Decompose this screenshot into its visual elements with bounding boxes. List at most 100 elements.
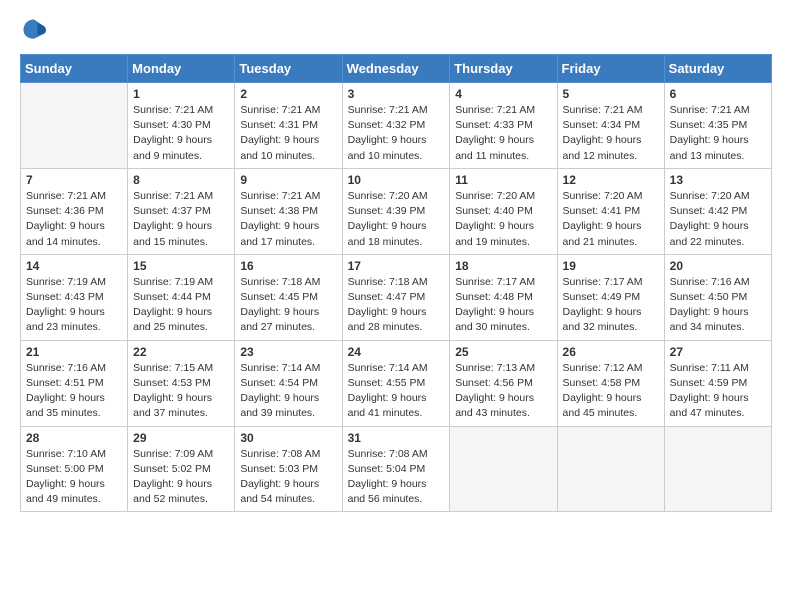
page-header: [20, 16, 772, 44]
calendar-day-cell: 2 Sunrise: 7:21 AMSunset: 4:31 PMDaylight…: [235, 83, 342, 169]
weekday-header: Sunday: [21, 55, 128, 83]
calendar-day-cell: 4Sunrise: 7:21 AMSunset: 4:33 PMDaylight…: [450, 83, 557, 169]
day-info: Sunrise: 7:18 AMSunset: 4:47 PMDaylight:…: [348, 275, 445, 336]
day-info: Sunrise: 7:16 AMSunset: 4:50 PMDaylight:…: [670, 275, 766, 336]
day-number: 10: [348, 173, 445, 187]
calendar-day-cell: 30 Sunrise: 7:08 AMSunset: 5:03 PMDayligh…: [235, 426, 342, 512]
day-number: 5: [563, 87, 659, 101]
calendar-day-cell: 27 Sunrise: 7:11 AMSunset: 4:59 PMDayligh…: [664, 340, 771, 426]
calendar-day-cell: 18 Sunrise: 7:17 AMSunset: 4:48 PMDayligh…: [450, 254, 557, 340]
day-number: 25: [455, 345, 551, 359]
calendar-day-cell: 14 Sunrise: 7:19 AMSunset: 4:43 PMDayligh…: [21, 254, 128, 340]
weekday-header: Saturday: [664, 55, 771, 83]
day-number: 1: [133, 87, 229, 101]
day-number: 28: [26, 431, 122, 445]
calendar-day-cell: 5 Sunrise: 7:21 AMSunset: 4:34 PMDaylight…: [557, 83, 664, 169]
day-info: Sunrise: 7:19 AMSunset: 4:43 PMDaylight:…: [26, 275, 122, 336]
calendar-day-cell: 21 Sunrise: 7:16 AMSunset: 4:51 PMDayligh…: [21, 340, 128, 426]
day-info: Sunrise: 7:20 AMSunset: 4:40 PMDaylight:…: [455, 189, 551, 250]
calendar-day-cell: 7 Sunrise: 7:21 AMSunset: 4:36 PMDaylight…: [21, 168, 128, 254]
day-number: 9: [240, 173, 336, 187]
calendar-day-cell: 19Sunrise: 7:17 AMSunset: 4:49 PMDayligh…: [557, 254, 664, 340]
calendar-day-cell: 12Sunrise: 7:20 AMSunset: 4:41 PMDayligh…: [557, 168, 664, 254]
day-number: 7: [26, 173, 122, 187]
calendar-day-cell: 28Sunrise: 7:10 AMSunset: 5:00 PMDayligh…: [21, 426, 128, 512]
day-number: 22: [133, 345, 229, 359]
day-number: 23: [240, 345, 336, 359]
calendar-day-cell: 26 Sunrise: 7:12 AMSunset: 4:58 PMDayligh…: [557, 340, 664, 426]
calendar-day-cell: [21, 83, 128, 169]
day-number: 31: [348, 431, 445, 445]
day-info: Sunrise: 7:19 AMSunset: 4:44 PMDaylight:…: [133, 275, 229, 336]
calendar-day-cell: 31 Sunrise: 7:08 AMSunset: 5:04 PMDayligh…: [342, 426, 450, 512]
day-number: 29: [133, 431, 229, 445]
day-info: Sunrise: 7:14 AMSunset: 4:55 PMDaylight:…: [348, 361, 445, 422]
day-number: 27: [670, 345, 766, 359]
day-number: 2: [240, 87, 336, 101]
calendar-day-cell: 17 Sunrise: 7:18 AMSunset: 4:47 PMDayligh…: [342, 254, 450, 340]
calendar-day-cell: 25 Sunrise: 7:13 AMSunset: 4:56 PMDayligh…: [450, 340, 557, 426]
day-number: 15: [133, 259, 229, 273]
day-number: 24: [348, 345, 445, 359]
weekday-header: Monday: [128, 55, 235, 83]
day-number: 6: [670, 87, 766, 101]
calendar-day-cell: 8 Sunrise: 7:21 AMSunset: 4:37 PMDaylight…: [128, 168, 235, 254]
calendar-day-cell: 1Sunrise: 7:21 AMSunset: 4:30 PMDaylight…: [128, 83, 235, 169]
day-info: Sunrise: 7:21 AMSunset: 4:31 PMDaylight:…: [240, 103, 336, 164]
calendar-week-row: 14 Sunrise: 7:19 AMSunset: 4:43 PMDayligh…: [21, 254, 772, 340]
day-number: 30: [240, 431, 336, 445]
day-info: Sunrise: 7:15 AMSunset: 4:53 PMDaylight:…: [133, 361, 229, 422]
weekday-header: Wednesday: [342, 55, 450, 83]
day-info: Sunrise: 7:08 AMSunset: 5:04 PMDaylight:…: [348, 447, 445, 508]
calendar-day-cell: 3 Sunrise: 7:21 AMSunset: 4:32 PMDaylight…: [342, 83, 450, 169]
day-number: 21: [26, 345, 122, 359]
calendar-week-row: 1Sunrise: 7:21 AMSunset: 4:30 PMDaylight…: [21, 83, 772, 169]
day-info: Sunrise: 7:18 AMSunset: 4:45 PMDaylight:…: [240, 275, 336, 336]
day-info: Sunrise: 7:09 AMSunset: 5:02 PMDaylight:…: [133, 447, 229, 508]
day-number: 3: [348, 87, 445, 101]
day-number: 4: [455, 87, 551, 101]
day-info: Sunrise: 7:20 AMSunset: 4:42 PMDaylight:…: [670, 189, 766, 250]
weekday-header: Thursday: [450, 55, 557, 83]
calendar-week-row: 7 Sunrise: 7:21 AMSunset: 4:36 PMDaylight…: [21, 168, 772, 254]
logo-icon: [20, 16, 48, 44]
calendar-day-cell: 29 Sunrise: 7:09 AMSunset: 5:02 PMDayligh…: [128, 426, 235, 512]
calendar-day-cell: 24 Sunrise: 7:14 AMSunset: 4:55 PMDayligh…: [342, 340, 450, 426]
calendar-day-cell: 6Sunrise: 7:21 AMSunset: 4:35 PMDaylight…: [664, 83, 771, 169]
day-number: 13: [670, 173, 766, 187]
day-number: 26: [563, 345, 659, 359]
day-info: Sunrise: 7:21 AMSunset: 4:37 PMDaylight:…: [133, 189, 229, 250]
calendar-day-cell: [450, 426, 557, 512]
day-number: 11: [455, 173, 551, 187]
day-info: Sunrise: 7:21 AMSunset: 4:34 PMDaylight:…: [563, 103, 659, 164]
day-info: Sunrise: 7:17 AMSunset: 4:48 PMDaylight:…: [455, 275, 551, 336]
calendar-week-row: 21 Sunrise: 7:16 AMSunset: 4:51 PMDayligh…: [21, 340, 772, 426]
calendar: SundayMondayTuesdayWednesdayThursdayFrid…: [20, 54, 772, 512]
day-number: 20: [670, 259, 766, 273]
day-info: Sunrise: 7:20 AMSunset: 4:41 PMDaylight:…: [563, 189, 659, 250]
calendar-day-cell: 11 Sunrise: 7:20 AMSunset: 4:40 PMDayligh…: [450, 168, 557, 254]
calendar-day-cell: 10Sunrise: 7:20 AMSunset: 4:39 PMDayligh…: [342, 168, 450, 254]
day-number: 8: [133, 173, 229, 187]
calendar-day-cell: 23 Sunrise: 7:14 AMSunset: 4:54 PMDayligh…: [235, 340, 342, 426]
weekday-header: Tuesday: [235, 55, 342, 83]
day-info: Sunrise: 7:14 AMSunset: 4:54 PMDaylight:…: [240, 361, 336, 422]
calendar-day-cell: 16 Sunrise: 7:18 AMSunset: 4:45 PMDayligh…: [235, 254, 342, 340]
calendar-day-cell: 9Sunrise: 7:21 AMSunset: 4:38 PMDaylight…: [235, 168, 342, 254]
weekday-header: Friday: [557, 55, 664, 83]
day-info: Sunrise: 7:17 AMSunset: 4:49 PMDaylight:…: [563, 275, 659, 336]
day-number: 18: [455, 259, 551, 273]
day-info: Sunrise: 7:13 AMSunset: 4:56 PMDaylight:…: [455, 361, 551, 422]
calendar-day-cell: 22 Sunrise: 7:15 AMSunset: 4:53 PMDayligh…: [128, 340, 235, 426]
day-info: Sunrise: 7:11 AMSunset: 4:59 PMDaylight:…: [670, 361, 766, 422]
day-number: 14: [26, 259, 122, 273]
day-info: Sunrise: 7:16 AMSunset: 4:51 PMDaylight:…: [26, 361, 122, 422]
calendar-day-cell: [664, 426, 771, 512]
calendar-day-cell: 15 Sunrise: 7:19 AMSunset: 4:44 PMDayligh…: [128, 254, 235, 340]
day-info: Sunrise: 7:08 AMSunset: 5:03 PMDaylight:…: [240, 447, 336, 508]
day-info: Sunrise: 7:12 AMSunset: 4:58 PMDaylight:…: [563, 361, 659, 422]
day-info: Sunrise: 7:21 AMSunset: 4:32 PMDaylight:…: [348, 103, 445, 164]
day-number: 17: [348, 259, 445, 273]
day-number: 16: [240, 259, 336, 273]
day-info: Sunrise: 7:21 AMSunset: 4:36 PMDaylight:…: [26, 189, 122, 250]
